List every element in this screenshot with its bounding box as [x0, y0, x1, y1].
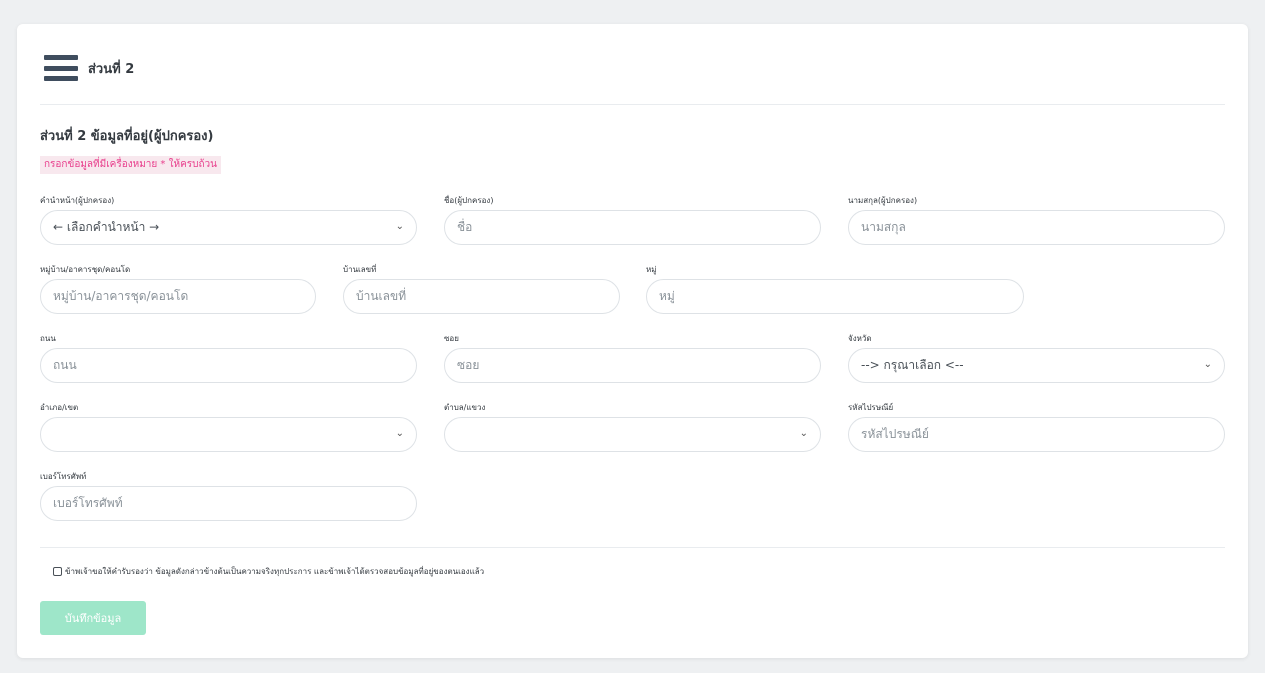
last-name-field: นามสกุล(ผู้ปกครอง) นามสกุล	[848, 195, 1225, 245]
village-field: หมู่บ้าน/อาคารชุด/คอนโด หมู่บ้าน/อาคารชุ…	[40, 264, 316, 314]
soi-label: ซอย	[444, 334, 459, 343]
chevron-down-icon: ⌄	[1203, 359, 1212, 370]
prefix-select[interactable]: ← เลือกคำนำหน้า → ⌄	[40, 210, 417, 245]
soi-placeholder: ซอย	[457, 358, 480, 372]
road-field: ถนน ถนน	[40, 333, 417, 383]
divider	[40, 104, 1225, 105]
phone-field: เบอร์โทรศัพท์ เบอร์โทรศัพท์	[40, 471, 417, 521]
house-no-placeholder: บ้านเลขที่	[356, 289, 407, 303]
moo-label: หมู่	[646, 265, 657, 274]
card-header: ส่วนที่ 2	[44, 51, 134, 85]
divider	[40, 547, 1225, 548]
soi-field: ซอย ซอย	[444, 333, 821, 383]
chevron-down-icon: ⌄	[799, 428, 808, 439]
phone-label: เบอร์โทรศัพท์	[40, 472, 87, 481]
prefix-field: คำนำหน้า(ผู้ปกครอง) ← เลือกคำนำหน้า → ⌄	[40, 195, 417, 245]
province-select[interactable]: --> กรุณาเลือก <-- ⌄	[848, 348, 1225, 383]
district-select[interactable]: ⌄	[40, 417, 417, 452]
house-no-label: บ้านเลขที่	[343, 265, 377, 274]
first-name-input[interactable]: ชื่อ	[444, 210, 821, 245]
village-label: หมู่บ้าน/อาคารชุด/คอนโด	[40, 265, 131, 274]
subdistrict-label: ตำบล/แขวง	[444, 403, 486, 412]
province-field: จังหวัด --> กรุณาเลือก <-- ⌄	[848, 333, 1225, 383]
soi-input[interactable]: ซอย	[444, 348, 821, 383]
consent-checkbox[interactable]	[53, 567, 62, 576]
subdistrict-select[interactable]: ⌄	[444, 417, 821, 452]
prefix-label: คำนำหน้า(ผู้ปกครอง)	[40, 196, 115, 205]
first-name-label: ชื่อ(ผู้ปกครอง)	[444, 196, 494, 205]
village-placeholder: หมู่บ้าน/อาคารชุด/คอนโด	[53, 289, 189, 303]
header-title: ส่วนที่ 2	[88, 61, 135, 77]
consent-label: ข้าพเจ้าขอให้คำรับรองว่า ข้อมูลดังกล่าวข…	[65, 567, 485, 576]
hamburger-icon	[44, 55, 78, 81]
last-name-placeholder: นามสกุล	[861, 220, 906, 234]
chevron-down-icon: ⌄	[395, 221, 404, 232]
form-card: ส่วนที่ 2 ส่วนที่ 2 ข้อมูลที่อยู่(ผู้ปกค…	[17, 24, 1248, 658]
district-label: อำเภอ/เขต	[40, 403, 79, 412]
moo-placeholder: หมู่	[659, 289, 675, 303]
district-field: อำเภอ/เขต ⌄	[40, 402, 417, 452]
consent-row: ข้าพเจ้าขอให้คำรับรองว่า ข้อมูลดังกล่าวข…	[53, 565, 484, 578]
phone-input[interactable]: เบอร์โทรศัพท์	[40, 486, 417, 521]
province-select-value: --> กรุณาเลือก <--	[861, 358, 964, 372]
first-name-field: ชื่อ(ผู้ปกครอง) ชื่อ	[444, 195, 821, 245]
road-label: ถนน	[40, 334, 56, 343]
moo-input[interactable]: หมู่	[646, 279, 1024, 314]
moo-field: หมู่ หมู่	[646, 264, 1024, 314]
postcode-input[interactable]: รหัสไปรษณีย์	[848, 417, 1225, 452]
section-title: ส่วนที่ 2 ข้อมูลที่อยู่(ผู้ปกครอง)	[40, 129, 214, 144]
postcode-field: รหัสไปรษณีย์ รหัสไปรษณีย์	[848, 402, 1225, 452]
road-input[interactable]: ถนน	[40, 348, 417, 383]
chevron-down-icon: ⌄	[395, 428, 404, 439]
phone-placeholder: เบอร์โทรศัพท์	[53, 496, 123, 510]
first-name-placeholder: ชื่อ	[457, 220, 473, 234]
save-button[interactable]: บันทึกข้อมูล	[40, 601, 146, 635]
house-no-field: บ้านเลขที่ บ้านเลขที่	[343, 264, 620, 314]
last-name-label: นามสกุล(ผู้ปกครอง)	[848, 196, 918, 205]
last-name-input[interactable]: นามสกุล	[848, 210, 1225, 245]
prefix-select-value: ← เลือกคำนำหน้า →	[53, 220, 160, 234]
postcode-placeholder: รหัสไปรษณีย์	[861, 427, 929, 441]
province-label: จังหวัด	[848, 334, 872, 343]
required-note: กรอกข้อมูลที่มีเครื่องหมาย * ให้ครบถ้วน	[40, 156, 222, 174]
road-placeholder: ถนน	[53, 358, 77, 372]
house-no-input[interactable]: บ้านเลขที่	[343, 279, 620, 314]
subdistrict-field: ตำบล/แขวง ⌄	[444, 402, 821, 452]
postcode-label: รหัสไปรษณีย์	[848, 403, 894, 412]
village-input[interactable]: หมู่บ้าน/อาคารชุด/คอนโด	[40, 279, 316, 314]
